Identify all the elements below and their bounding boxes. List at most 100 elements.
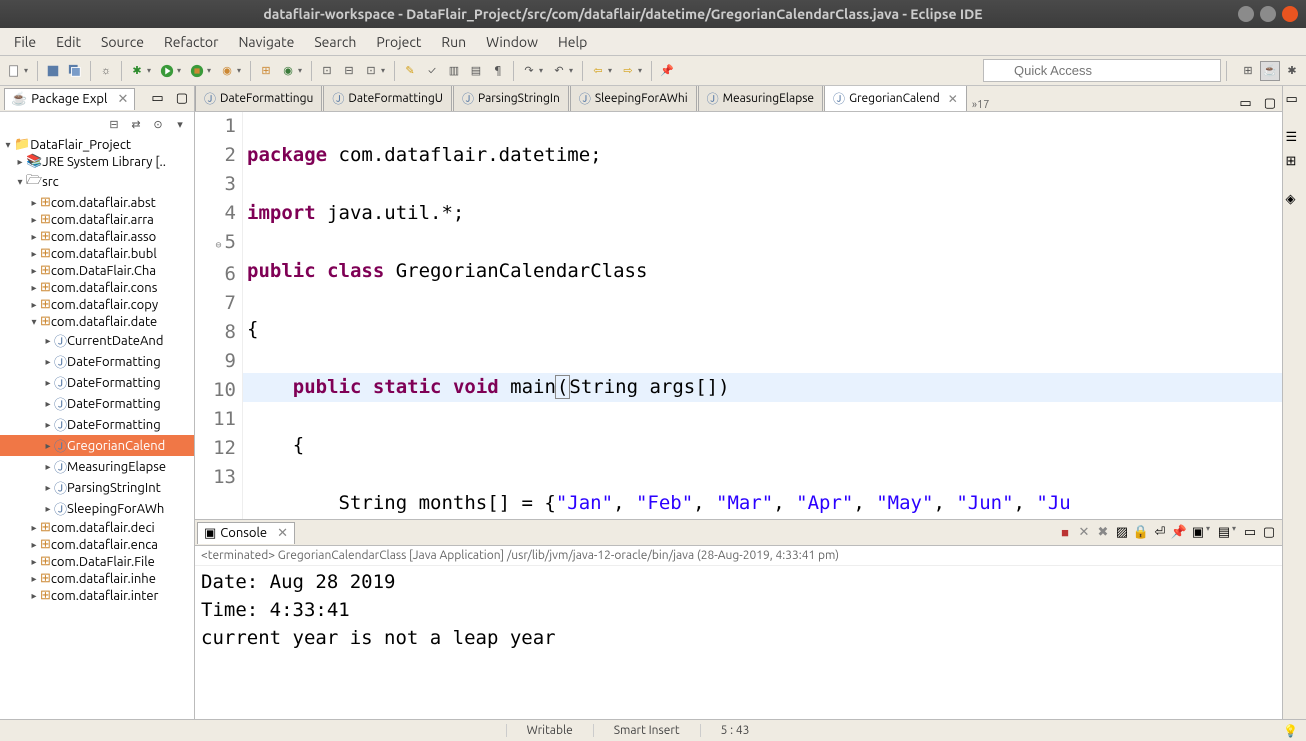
tree-item[interactable]: ▸⊞com.dataflair.inhe [0,570,194,587]
dropdown-icon[interactable]: ▾ [147,66,155,75]
word-wrap-icon[interactable]: ⏎ [1151,524,1169,542]
ext-tools-icon[interactable]: ◉ [217,61,237,81]
display-console-icon[interactable]: ▣ [1189,524,1207,542]
quick-access-input[interactable] [983,59,1221,82]
annotation-icon[interactable]: ▥ [444,61,464,81]
restore-icon[interactable]: ▭ [1286,92,1304,110]
tree-item[interactable]: ▸⊞com.dataflair.inter [0,587,194,604]
tree-item[interactable]: ▸⊞com.dataflair.abst [0,194,194,211]
new-icon[interactable] [4,61,24,81]
open-task-icon[interactable]: ⊟ [339,61,359,81]
block-sel-icon[interactable]: ▤ [466,61,486,81]
minimize-button[interactable] [1238,6,1254,22]
pin-icon[interactable]: 📌 [657,61,677,81]
close-button[interactable] [1282,6,1298,22]
dropdown-icon[interactable]: ▾ [608,66,616,75]
next-annotation-icon[interactable]: ↷ [519,61,539,81]
code-editor[interactable]: 1234⊖5678910111213 package com.dataflair… [195,112,1282,519]
package-tree[interactable]: ▾📁DataFlair_Project ▸📚JRE System Library… [0,136,194,719]
save-icon[interactable] [43,61,63,81]
editor-tab[interactable]: ⒿParsingStringIn [453,86,569,111]
tree-item[interactable]: ▸⊞com.dataflair.arra [0,211,194,228]
menu-help[interactable]: Help [548,30,597,54]
open-console-icon[interactable]: ▤ [1215,524,1233,542]
forward-icon[interactable]: ⇨ [618,61,638,81]
editor-tab[interactable]: ⒿSleepingForAWhi [570,86,697,111]
dropdown-icon[interactable]: ▾ [298,66,306,75]
open-type-icon[interactable]: ⊡ [317,61,337,81]
search-icon[interactable]: ✎ [400,61,420,81]
tip-icon[interactable]: 💡 [1275,724,1306,738]
minimize-view-icon[interactable]: ▭ [145,91,169,106]
tree-item[interactable]: ▸⊞com.DataFlair.File [0,553,194,570]
menu-file[interactable]: File [4,30,46,54]
remove-launch-icon[interactable]: ✕ [1075,524,1093,542]
tree-item[interactable]: ▸⊞com.dataflair.asso [0,228,194,245]
tree-item[interactable]: ▸ⒿCurrentDateAnd [0,330,194,351]
coverage-icon[interactable] [187,61,207,81]
editor-tab[interactable]: ⒿMeasuringElapse [698,86,823,111]
build-icon[interactable]: ☼ [96,61,116,81]
code-content[interactable]: package com.dataflair.datetime; import j… [243,112,1282,519]
console-tab[interactable]: ▣ Console ✕ [197,522,295,544]
dropdown-icon[interactable]: ▾ [1206,524,1214,542]
link-editor-icon[interactable]: ⇄ [126,114,146,134]
task-list-icon[interactable]: ☰ [1286,130,1304,148]
menu-project[interactable]: Project [366,30,431,54]
tree-item[interactable]: ▸ⒿDateFormatting [0,414,194,435]
close-tab-icon[interactable]: ✕ [117,92,128,107]
src-node[interactable]: ▾🗁src [0,170,194,194]
prev-annotation-icon[interactable]: ↶ [549,61,569,81]
tree-item[interactable]: ▸⊞com.DataFlair.Cha [0,262,194,279]
pin-console-icon[interactable]: 📌 [1170,524,1188,542]
dropdown-icon[interactable]: ▾ [24,66,32,75]
menu-run[interactable]: Run [431,30,476,54]
focus-icon[interactable]: ⊙ [148,114,168,134]
new-java-icon[interactable]: ⊡ [361,61,381,81]
menu-navigate[interactable]: Navigate [228,30,304,54]
dropdown-icon[interactable]: ▾ [539,66,547,75]
tree-item[interactable]: ▸ⒿDateFormatting [0,393,194,414]
console-output[interactable]: Date: Aug 28 2019 Time: 4:33:41 current … [195,566,1282,719]
type-hierarchy-icon[interactable]: ◈ [1286,192,1304,210]
tree-item[interactable]: ▸⊞com.dataflair.deci [0,519,194,536]
tree-item[interactable]: ▸⊞com.dataflair.cons [0,279,194,296]
save-all-icon[interactable] [65,61,85,81]
tree-item[interactable]: ▸ⒿParsingStringInt [0,477,194,498]
maximize-button[interactable] [1260,6,1276,22]
close-tab-icon[interactable]: ✕ [948,92,958,106]
back-icon[interactable]: ⇦ [588,61,608,81]
dropdown-icon[interactable]: ▾ [638,66,646,75]
jre-node[interactable]: ▸📚JRE System Library [.. [0,153,194,170]
tree-item[interactable]: ▸⊞com.dataflair.copy [0,296,194,313]
minimize-editor-icon[interactable]: ▭ [1233,96,1257,111]
dropdown-icon[interactable]: ▾ [1232,524,1240,542]
editor-tab[interactable]: ⒿDateFormattingU [323,86,452,111]
project-node[interactable]: ▾📁DataFlair_Project [0,136,194,153]
maximize-console-icon[interactable]: ▢ [1260,524,1278,542]
tree-item[interactable]: ▸ⒿSleepingForAWh [0,498,194,519]
menu-window[interactable]: Window [476,30,548,54]
outline-icon[interactable]: ⊞ [1286,154,1304,172]
show-ws-icon[interactable]: ¶ [488,61,508,81]
menu-edit[interactable]: Edit [46,30,91,54]
dropdown-icon[interactable]: ▾ [569,66,577,75]
debug-perspective-icon[interactable]: ✱ [1282,61,1302,81]
new-class-icon[interactable]: ◉ [278,61,298,81]
dropdown-icon[interactable]: ▾ [381,66,389,75]
maximize-view-icon[interactable]: ▢ [170,91,194,106]
tree-item-selected[interactable]: ▸ⒿGregorianCalend [0,435,194,456]
tree-item[interactable]: ▸ⒿDateFormatting [0,372,194,393]
package-explorer-tab[interactable]: ☕ Package Expl ✕ [4,88,135,110]
menu-source[interactable]: Source [91,30,154,54]
tree-item[interactable]: ▸ⒿMeasuringElapse [0,456,194,477]
menu-refactor[interactable]: Refactor [154,30,228,54]
more-tabs-icon[interactable]: »17 [972,99,990,111]
terminate-icon[interactable]: ■ [1056,524,1074,542]
debug-icon[interactable]: ✱ [127,61,147,81]
tree-item[interactable]: ▸ⒿDateFormatting [0,351,194,372]
scroll-lock-icon[interactable]: 🔒 [1132,524,1150,542]
remove-all-icon[interactable]: ✖ [1094,524,1112,542]
close-tab-icon[interactable]: ✕ [277,526,288,541]
clear-console-icon[interactable]: ▨ [1113,524,1131,542]
